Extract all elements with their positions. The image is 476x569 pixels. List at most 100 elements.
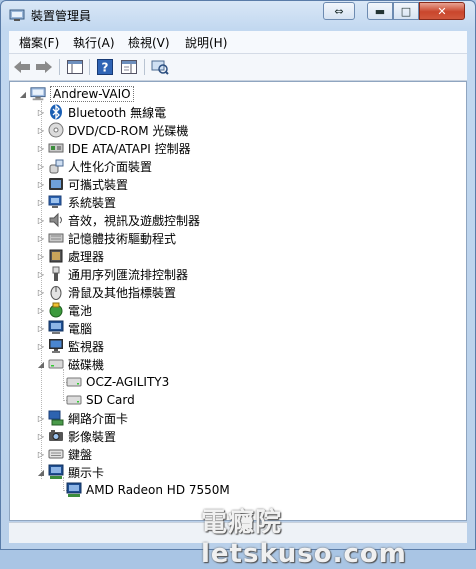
- tree-category[interactable]: ▷ 記憶體技術驅動程式: [36, 229, 176, 247]
- tree-category[interactable]: ▷ 通用序列匯流排控制器: [36, 265, 188, 283]
- memory-tech-icon: [48, 230, 64, 246]
- keyboard-icon: [48, 446, 64, 462]
- device-label: 人性化介面裝置: [68, 159, 153, 174]
- device-label: 電腦: [68, 321, 93, 336]
- computer-icon: [48, 320, 64, 336]
- hard-disk-icon: [66, 374, 82, 390]
- svg-text:?: ?: [102, 61, 109, 75]
- expand-arrow-icon[interactable]: ▷: [36, 287, 46, 297]
- menu-help[interactable]: 說明(H): [185, 34, 227, 51]
- expand-arrow-icon[interactable]: ▷: [36, 179, 46, 189]
- device-manager-app-icon: [9, 7, 25, 23]
- tree-device[interactable]: AMD Radeon HD 7550M: [54, 481, 230, 499]
- collapse-arrow-icon[interactable]: ◢: [36, 467, 46, 477]
- maximize-button[interactable]: □: [393, 2, 419, 20]
- hid-icon: [48, 158, 64, 174]
- device-label: 影像裝置: [68, 429, 117, 444]
- tree-category[interactable]: ▷ 系統裝置: [36, 193, 116, 211]
- collapse-arrow-icon[interactable]: ◢: [18, 89, 28, 99]
- tree-category[interactable]: ▷ DVD/CD-ROM 光碟機: [36, 121, 188, 139]
- move-button[interactable]: ⇔: [323, 2, 355, 20]
- tree-category[interactable]: ▷ 影像裝置: [36, 427, 116, 445]
- tree-category[interactable]: ▷ 監視器: [36, 337, 104, 355]
- expand-arrow-icon[interactable]: ▷: [36, 449, 46, 459]
- device-tree[interactable]: ◢ Andrew-VAIO ▷ Bluetooth 無線電 ▷ DVD/CD-ROM 光碟…: [9, 81, 467, 521]
- expand-arrow-icon[interactable]: ▷: [36, 341, 46, 351]
- device-label: 通用序列匯流排控制器: [68, 267, 189, 282]
- close-button[interactable]: ✕: [419, 2, 465, 20]
- tree-category[interactable]: ▷ 處理器: [36, 247, 104, 265]
- portable-device-icon: [48, 176, 64, 192]
- expand-arrow-icon[interactable]: ▷: [36, 431, 46, 441]
- help-icon[interactable]: ?: [96, 58, 114, 76]
- tree-category[interactable]: ◢ 顯示卡: [36, 463, 104, 481]
- expander-placeholder: [54, 395, 64, 405]
- device-label: 監視器: [68, 339, 105, 354]
- expand-arrow-icon[interactable]: ▷: [36, 143, 46, 153]
- expand-arrow-icon[interactable]: ▷: [36, 305, 46, 315]
- title-bar[interactable]: 裝置管理員 ⇔ ▬ □ ✕: [1, 1, 475, 29]
- menu-action[interactable]: 執行(A): [73, 34, 115, 51]
- tree-category[interactable]: ▷ 鍵盤: [36, 445, 92, 463]
- tree-category[interactable]: ▷ Bluetooth 無線電: [36, 103, 166, 121]
- tree-category[interactable]: ▷ IDE ATA/ATAPI 控制器: [36, 139, 191, 157]
- expander-placeholder: [54, 377, 64, 387]
- device-label: 滑鼠及其他指標裝置: [68, 285, 177, 300]
- toolbar-separator: [89, 59, 90, 75]
- tree-category[interactable]: ◢ 磁碟機: [36, 355, 104, 373]
- collapse-arrow-icon[interactable]: ◢: [36, 359, 46, 369]
- device-label: 電池: [68, 303, 93, 318]
- monitor-icon: [48, 338, 64, 354]
- display-adapter-icon: [48, 464, 64, 480]
- menu-file[interactable]: 檔案(F): [19, 34, 59, 51]
- toolbar-separator: [144, 59, 145, 75]
- forward-arrow-icon[interactable]: [35, 58, 53, 76]
- sound-icon: [48, 212, 64, 228]
- battery-icon: [48, 302, 64, 318]
- expander-placeholder: [54, 485, 64, 495]
- tree-device[interactable]: SD Card: [54, 391, 135, 409]
- device-label: 音效，視訊及遊戲控制器: [68, 213, 201, 228]
- tree-device[interactable]: OCZ-AGILITY3: [54, 373, 169, 391]
- back-arrow-icon[interactable]: [13, 58, 31, 76]
- menu-view[interactable]: 檢視(V): [128, 34, 170, 51]
- device-label: OCZ-AGILITY3: [86, 375, 170, 389]
- bluetooth-icon: [48, 104, 64, 120]
- tree-category[interactable]: ▷ 電腦: [36, 319, 92, 337]
- tree-category[interactable]: ▷ 人性化介面裝置: [36, 157, 152, 175]
- expand-arrow-icon[interactable]: ▷: [36, 323, 46, 333]
- tree-category[interactable]: ▷ 可攜式裝置: [36, 175, 128, 193]
- ide-controller-icon: [48, 140, 64, 156]
- expand-arrow-icon[interactable]: ▷: [36, 269, 46, 279]
- mouse-icon: [48, 284, 64, 300]
- watermark: 電癮院 letskuso.com: [201, 508, 407, 569]
- expand-arrow-icon[interactable]: ▷: [36, 161, 46, 171]
- expand-arrow-icon[interactable]: ▷: [36, 233, 46, 243]
- tree-root[interactable]: ◢ Andrew-VAIO: [18, 85, 134, 103]
- device-label: 系統裝置: [68, 195, 117, 210]
- tree-category[interactable]: ▷ 音效，視訊及遊戲控制器: [36, 211, 200, 229]
- expand-arrow-icon[interactable]: ▷: [36, 215, 46, 225]
- tree-category[interactable]: ▷ 網路介面卡: [36, 409, 128, 427]
- expand-arrow-icon[interactable]: ▷: [36, 125, 46, 135]
- show-hide-console-tree-icon[interactable]: [66, 58, 84, 76]
- scan-hardware-changes-icon[interactable]: [151, 58, 169, 76]
- device-label: IDE ATA/ATAPI 控制器: [68, 141, 191, 156]
- device-label: SD Card: [86, 393, 135, 407]
- expand-arrow-icon[interactable]: ▷: [36, 107, 46, 117]
- device-label: 可攜式裝置: [68, 177, 129, 192]
- usb-icon: [48, 266, 64, 282]
- device-manager-window: 裝置管理員 ⇔ ▬ □ ✕ 檔案(F) 執行(A) 檢視(V) 說明(H) ?: [0, 0, 476, 569]
- minimize-button[interactable]: ▬: [367, 2, 393, 20]
- device-label: 處理器: [68, 249, 105, 264]
- expand-arrow-icon[interactable]: ▷: [36, 251, 46, 261]
- tree-category[interactable]: ▷ 滑鼠及其他指標裝置: [36, 283, 176, 301]
- processor-icon: [48, 248, 64, 264]
- imaging-device-icon: [48, 428, 64, 444]
- properties-icon[interactable]: [120, 58, 138, 76]
- expand-arrow-icon[interactable]: ▷: [36, 413, 46, 423]
- expand-arrow-icon[interactable]: ▷: [36, 197, 46, 207]
- device-label: 顯示卡: [68, 465, 105, 480]
- tree-category[interactable]: ▷ 電池: [36, 301, 92, 319]
- device-label: AMD Radeon HD 7550M: [86, 483, 230, 497]
